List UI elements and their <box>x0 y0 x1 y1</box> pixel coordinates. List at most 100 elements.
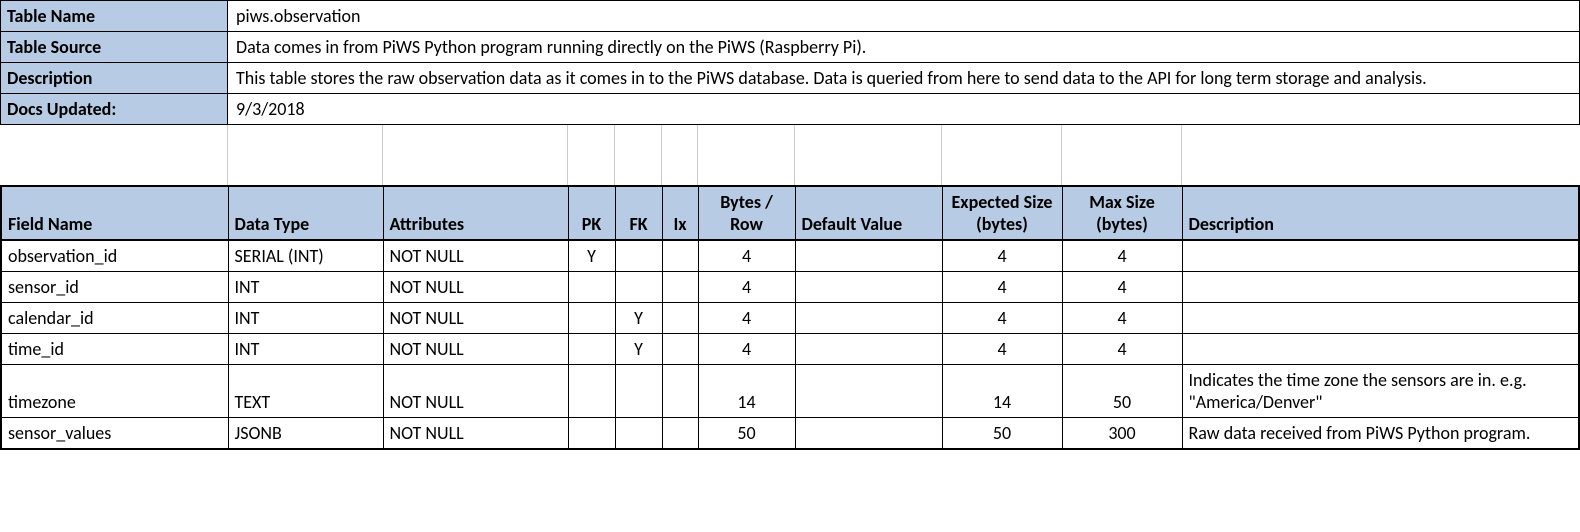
cell-expected-size: 4 <box>942 302 1062 333</box>
cell-bytes-row: 4 <box>698 333 795 364</box>
meta-value-table-name: piws.observation <box>228 1 1580 32</box>
meta-value-table-source: Data comes in from PiWS Python program r… <box>228 32 1580 63</box>
header-default-value: Default Value <box>795 186 942 240</box>
cell-max-size: 50 <box>1062 364 1182 417</box>
meta-label-description: Description <box>1 63 228 94</box>
cell-bytes-row: 4 <box>698 240 795 272</box>
cell-default-value <box>795 271 942 302</box>
meta-row-table-name: Table Name piws.observation <box>1 1 1580 32</box>
meta-row-table-source: Table Source Data comes in from PiWS Pyt… <box>1 32 1580 63</box>
meta-value-docs-updated: 9/3/2018 <box>228 94 1580 125</box>
cell-ix <box>662 333 698 364</box>
cell-attributes: NOT NULL <box>383 417 568 449</box>
cell-attributes: NOT NULL <box>383 240 568 272</box>
meta-label-docs-updated: Docs Updated: <box>1 94 228 125</box>
blank-row <box>1 125 1580 155</box>
cell-max-size: 4 <box>1062 333 1182 364</box>
cell-description: Raw data received from PiWS Python progr… <box>1182 417 1579 449</box>
meta-row-docs-updated: Docs Updated: 9/3/2018 <box>1 94 1580 125</box>
cell-attributes: NOT NULL <box>383 364 568 417</box>
cell-data-type: INT <box>228 302 383 333</box>
cell-fk <box>615 240 662 272</box>
cell-description <box>1182 302 1579 333</box>
cell-ix <box>662 271 698 302</box>
cell-field-name: timezone <box>1 364 228 417</box>
cell-default-value <box>795 417 942 449</box>
cell-description <box>1182 271 1579 302</box>
cell-field-name: sensor_id <box>1 271 228 302</box>
cell-description <box>1182 333 1579 364</box>
cell-pk <box>568 417 615 449</box>
cell-description <box>1182 240 1579 272</box>
cell-expected-size: 50 <box>942 417 1062 449</box>
meta-value-description: This table stores the raw observation da… <box>228 63 1580 94</box>
cell-expected-size: 14 <box>942 364 1062 417</box>
table-row: timezoneTEXTNOT NULL141450Indicates the … <box>1 364 1579 417</box>
cell-pk <box>568 364 615 417</box>
header-fk: FK <box>615 186 662 240</box>
cell-pk <box>568 271 615 302</box>
cell-data-type: INT <box>228 271 383 302</box>
cell-attributes: NOT NULL <box>383 271 568 302</box>
header-attributes: Attributes <box>383 186 568 240</box>
cell-max-size: 300 <box>1062 417 1182 449</box>
cell-max-size: 4 <box>1062 302 1182 333</box>
cell-attributes: NOT NULL <box>383 333 568 364</box>
cell-fk: Y <box>615 333 662 364</box>
meta-label-table-name: Table Name <box>1 1 228 32</box>
cell-default-value <box>795 240 942 272</box>
schema-table: Field Name Data Type Attributes PK FK Ix… <box>0 185 1580 450</box>
cell-field-name: calendar_id <box>1 302 228 333</box>
header-bytes-row: Bytes / Row <box>698 186 795 240</box>
blank-row <box>1 155 1580 185</box>
cell-description: Indicates the time zone the sensors are … <box>1182 364 1579 417</box>
header-description: Description <box>1182 186 1579 240</box>
cell-default-value <box>795 364 942 417</box>
table-row: time_idINTNOT NULLY444 <box>1 333 1579 364</box>
cell-max-size: 4 <box>1062 271 1182 302</box>
header-data-type: Data Type <box>228 186 383 240</box>
cell-bytes-row: 50 <box>698 417 795 449</box>
cell-ix <box>662 302 698 333</box>
cell-pk <box>568 302 615 333</box>
cell-expected-size: 4 <box>942 271 1062 302</box>
table-row: sensor_idINTNOT NULL444 <box>1 271 1579 302</box>
header-pk: PK <box>568 186 615 240</box>
cell-ix <box>662 240 698 272</box>
table-row: calendar_idINTNOT NULLY444 <box>1 302 1579 333</box>
header-ix: Ix <box>662 186 698 240</box>
cell-field-name: time_id <box>1 333 228 364</box>
cell-data-type: TEXT <box>228 364 383 417</box>
cell-expected-size: 4 <box>942 333 1062 364</box>
header-expected-size: Expected Size (bytes) <box>942 186 1062 240</box>
cell-expected-size: 4 <box>942 240 1062 272</box>
header-max-size: Max Size (bytes) <box>1062 186 1182 240</box>
cell-data-type: JSONB <box>228 417 383 449</box>
cell-fk <box>615 271 662 302</box>
table-row: observation_idSERIAL (INT)NOT NULLY444 <box>1 240 1579 272</box>
cell-ix <box>662 417 698 449</box>
cell-default-value <box>795 333 942 364</box>
cell-fk <box>615 364 662 417</box>
cell-field-name: observation_id <box>1 240 228 272</box>
cell-bytes-row: 14 <box>698 364 795 417</box>
meta-row-description: Description This table stores the raw ob… <box>1 63 1580 94</box>
cell-data-type: INT <box>228 333 383 364</box>
cell-field-name: sensor_values <box>1 417 228 449</box>
meta-table: Table Name piws.observation Table Source… <box>0 0 1580 185</box>
cell-data-type: SERIAL (INT) <box>228 240 383 272</box>
cell-pk: Y <box>568 240 615 272</box>
cell-fk <box>615 417 662 449</box>
cell-fk: Y <box>615 302 662 333</box>
cell-attributes: NOT NULL <box>383 302 568 333</box>
header-field-name: Field Name <box>1 186 228 240</box>
cell-max-size: 4 <box>1062 240 1182 272</box>
cell-pk <box>568 333 615 364</box>
meta-label-table-source: Table Source <box>1 32 228 63</box>
cell-bytes-row: 4 <box>698 302 795 333</box>
cell-default-value <box>795 302 942 333</box>
schema-header-row: Field Name Data Type Attributes PK FK Ix… <box>1 186 1579 240</box>
cell-bytes-row: 4 <box>698 271 795 302</box>
cell-ix <box>662 364 698 417</box>
table-row: sensor_valuesJSONBNOT NULL5050300Raw dat… <box>1 417 1579 449</box>
